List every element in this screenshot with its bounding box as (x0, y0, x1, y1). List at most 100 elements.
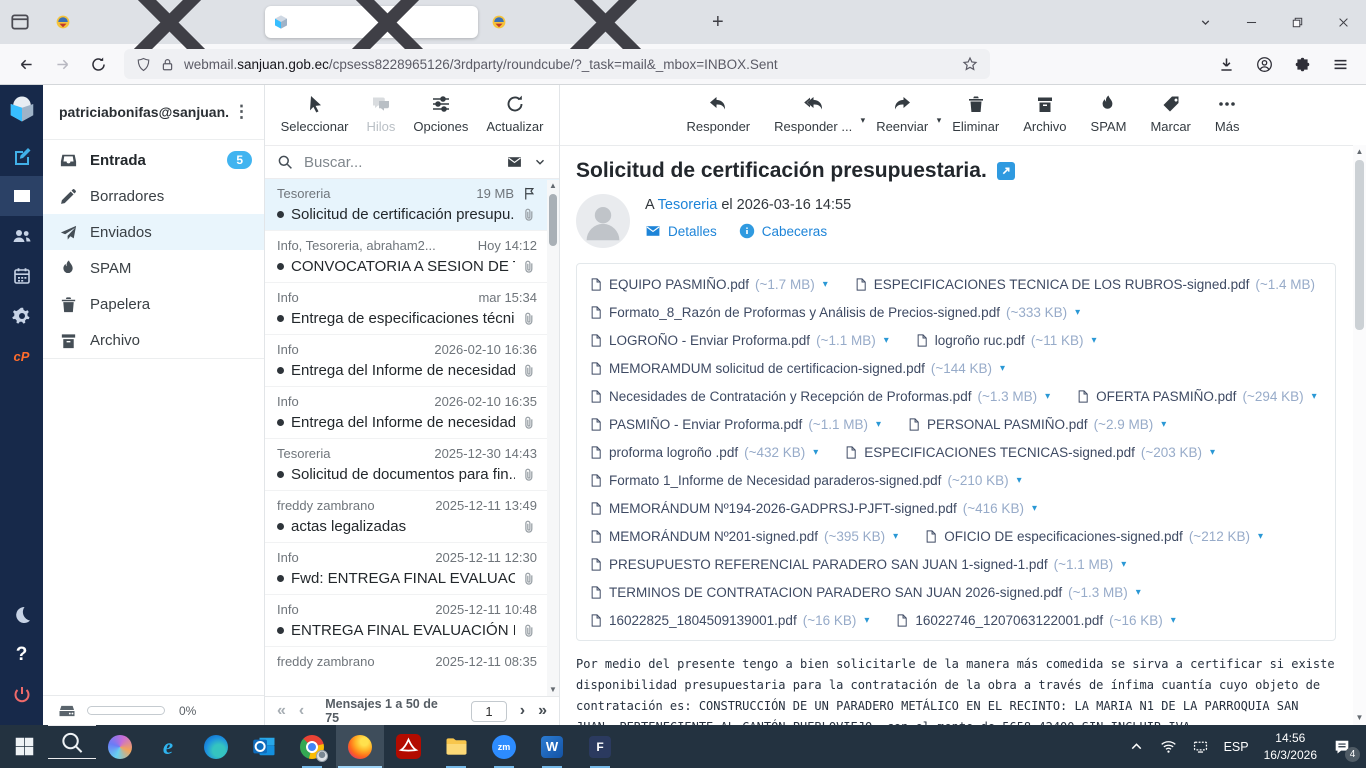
message-row[interactable]: freddy zambrano 2025-12-11 13:49 actas l… (265, 491, 559, 543)
tab-roundcube[interactable]: Roundcube Webmail :: Enviados (265, 6, 478, 38)
next-page-button[interactable]: › (520, 703, 525, 719)
scroll-up-icon[interactable]: ▲ (1356, 147, 1364, 157)
taskbar-outlook-button[interactable] (240, 725, 288, 768)
mail-nav-button[interactable] (0, 176, 43, 216)
taskbar-chrome-button[interactable] (288, 725, 336, 768)
threads-button[interactable]: Hilos (367, 94, 396, 134)
attachment-item[interactable]: ESPECIFICACIONES TECNICA DE LOS RUBROS-s… (854, 276, 1323, 293)
message-row[interactable]: Info 2025-12-11 10:48 ENTREGA FINAL EVAL… (265, 595, 559, 647)
downloads-button[interactable] (1210, 49, 1242, 79)
mark-button[interactable]: Marcar (1150, 94, 1190, 134)
list-scrollbar[interactable]: ▲ ▼ (547, 180, 559, 696)
account-menu-icon[interactable]: ⋮ (229, 102, 254, 122)
attachment-item[interactable]: EQUIPO PASMIÑO.pdf(~1.7 MB)▾ (589, 276, 828, 293)
reload-button[interactable] (82, 49, 114, 79)
tab-compras[interactable]: Ingreso al Sistema - Compras P (483, 6, 696, 38)
taskbar-firefox-button[interactable] (336, 725, 384, 768)
attachment-item[interactable]: PASMIÑO - Enviar Proforma.pdf(~1.1 MB)▾ (589, 416, 881, 433)
url-bar[interactable]: webmail.sanjuan.gob.ec/cpsess8228965126/… (124, 49, 990, 79)
compose-button[interactable] (0, 136, 43, 176)
reply-all-button[interactable]: Responder ...▾ (774, 94, 852, 134)
archive-button[interactable]: Archivo (1023, 94, 1066, 134)
attachment-item[interactable]: MEMORÁNDUM Nº194-2026-GADPRSJ-PJFT-signe… (589, 500, 1037, 517)
more-button[interactable]: Más (1215, 94, 1240, 134)
notifications-button[interactable]: 4 (1332, 738, 1352, 756)
flag-icon[interactable] (522, 186, 537, 201)
message-row[interactable]: freddy zambrano 2025-12-11 08:35 (265, 647, 559, 696)
taskbar-start-button[interactable] (0, 725, 48, 768)
taskbar-file-explorer-button[interactable] (432, 725, 480, 768)
attachment-menu-caret-icon[interactable]: ▾ (1045, 391, 1050, 402)
menu-button[interactable] (1324, 49, 1356, 79)
list-tabs-button[interactable] (1182, 0, 1228, 44)
attachment-item[interactable]: MEMORAMDUM solicitud de certificacion-si… (589, 360, 1005, 377)
logout-button[interactable] (0, 675, 43, 715)
message-row[interactable]: Info 2026-02-10 16:35 Entrega del Inform… (265, 387, 559, 439)
folder-item[interactable]: Enviados (43, 214, 264, 250)
folder-item[interactable]: Papelera (43, 286, 264, 322)
attachment-item[interactable]: LOGROÑO - Enviar Proforma.pdf(~1.1 MB)▾ (589, 332, 889, 349)
tab-contratacion[interactable]: Necesidades de Contratación y (47, 6, 260, 38)
message-row[interactable]: Info mar 15:34 Entrega de especificacion… (265, 283, 559, 335)
refresh-button[interactable]: Actualizar (486, 94, 543, 134)
message-row[interactable]: Info 2025-12-11 12:30 Fwd: ENTREGA FINAL… (265, 543, 559, 595)
close-button[interactable] (1320, 0, 1366, 44)
attachment-item[interactable]: PERSONAL PASMIÑO.pdf(~2.9 MB)▾ (907, 416, 1166, 433)
delete-button[interactable]: Eliminar (952, 94, 999, 134)
taskbar-search-button[interactable] (48, 725, 96, 759)
attachment-menu-caret-icon[interactable]: ▾ (884, 335, 889, 346)
attachment-menu-caret-icon[interactable]: ▾ (1136, 587, 1141, 598)
attachment-menu-caret-icon[interactable]: ▾ (1121, 559, 1126, 570)
message-row[interactable]: Info, Tesoreria, abraham2... Hoy 14:12 C… (265, 231, 559, 283)
wifi-icon[interactable] (1160, 738, 1177, 755)
extensions-button[interactable] (1286, 49, 1318, 79)
attachment-item[interactable]: Formato 1_Informe de Necesidad paraderos… (589, 472, 1022, 489)
cpanel-button[interactable]: cP (0, 336, 43, 376)
scroll-thumb[interactable] (1355, 160, 1364, 330)
message-row[interactable]: Tesoreria 2025-12-30 14:43 Solicitud de … (265, 439, 559, 491)
attachment-item[interactable]: OFERTA PASMIÑO.pdf(~294 KB)▾ (1076, 388, 1317, 405)
forward-button[interactable] (46, 49, 78, 79)
reply-button[interactable]: Responder (687, 94, 751, 134)
options-button[interactable]: Opciones (413, 94, 468, 134)
first-page-button[interactable]: « (277, 703, 286, 719)
back-button[interactable] (10, 49, 42, 79)
dark-mode-button[interactable] (0, 595, 43, 635)
url-text[interactable]: webmail.sanjuan.gob.ec/cpsess8228965126/… (184, 57, 953, 72)
scroll-thumb[interactable] (549, 194, 557, 246)
scroll-up-icon[interactable]: ▲ (549, 181, 557, 191)
message-row[interactable]: Info 2026-02-10 16:36 Entrega del Inform… (265, 335, 559, 387)
help-button[interactable]: ? (0, 635, 43, 675)
folder-item[interactable]: Entrada 5 (43, 142, 264, 178)
account-button[interactable] (1248, 49, 1280, 79)
attachment-item[interactable]: OFICIO DE especificaciones-signed.pdf(~2… (924, 528, 1263, 545)
taskbar-word-button[interactable]: W (528, 725, 576, 768)
lock-icon[interactable] (160, 57, 175, 72)
attachment-item[interactable]: 16022825_1804509139001.pdf(~16 KB)▾ (589, 612, 869, 629)
folder-item[interactable]: SPAM (43, 250, 264, 286)
contacts-nav-button[interactable] (0, 216, 43, 256)
minimize-button[interactable] (1228, 0, 1274, 44)
folder-item[interactable]: Borradores (43, 178, 264, 214)
attachment-item[interactable]: proforma logroño .pdf(~432 KB)▾ (589, 444, 818, 461)
page-number-input[interactable]: 1 (471, 701, 507, 722)
attachment-menu-caret-icon[interactable]: ▾ (1091, 335, 1096, 346)
reply-all-caret-icon[interactable]: ▾ (861, 115, 866, 126)
attachment-menu-caret-icon[interactable]: ▾ (1161, 419, 1166, 430)
search-options-chevron-icon[interactable] (533, 155, 547, 169)
external-link-icon[interactable] (997, 162, 1015, 180)
attachment-item[interactable]: 16022746_1207063122001.pdf(~16 KB)▾ (895, 612, 1175, 629)
attachment-item[interactable]: Formato_8_Razón de Proformas y Análisis … (589, 304, 1080, 321)
bookmark-star-icon[interactable] (962, 56, 978, 72)
scroll-down-icon[interactable]: ▼ (549, 685, 557, 695)
attachment-menu-caret-icon[interactable]: ▾ (1312, 391, 1317, 402)
attachment-menu-caret-icon[interactable]: ▾ (893, 531, 898, 542)
forward-caret-icon[interactable]: ▾ (937, 115, 942, 126)
shield-icon[interactable] (136, 57, 151, 72)
search-icon[interactable] (277, 154, 293, 170)
calendar-nav-button[interactable] (0, 256, 43, 296)
attachment-item[interactable]: ESPECIFICACIONES TECNICAS-signed.pdf(~20… (844, 444, 1215, 461)
details-link[interactable]: Detalles (645, 223, 717, 239)
last-page-button[interactable]: » (538, 703, 547, 719)
attachment-menu-caret-icon[interactable]: ▾ (1032, 503, 1037, 514)
